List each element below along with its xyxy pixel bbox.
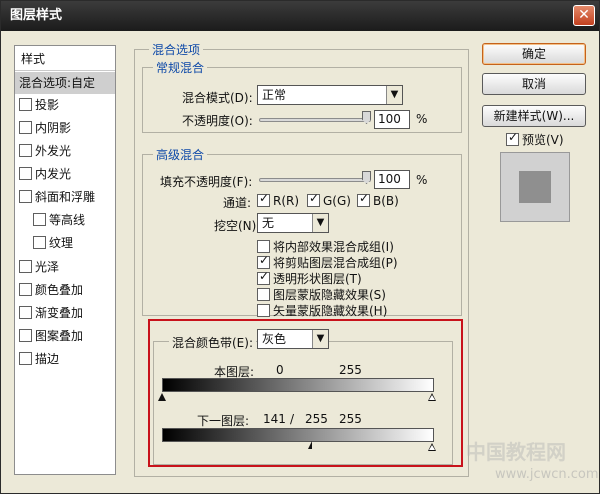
new-style-button[interactable]: 新建样式(W)... <box>482 105 586 127</box>
sidebar-item-outer-glow[interactable]: 外发光 <box>15 140 115 162</box>
texture-checkbox[interactable] <box>33 236 46 249</box>
style-preview-thumbnail <box>500 152 570 222</box>
sidebar-item-bevel-emboss[interactable]: 斜面和浮雕 <box>15 186 115 208</box>
vector-mask-hides-effects-checkbox[interactable] <box>257 304 270 317</box>
channel-g-checkbox[interactable] <box>307 191 320 207</box>
satin-checkbox[interactable] <box>19 260 32 273</box>
fill-opacity-slider[interactable] <box>259 178 371 182</box>
fill-opacity-unit: % <box>416 173 428 187</box>
sidebar-item-satin[interactable]: 光泽 <box>15 256 115 278</box>
blend-clipped-layers-option[interactable]: 将剪贴图层混合成组(P) <box>257 253 398 271</box>
ok-button[interactable]: 确定 <box>482 43 586 65</box>
transparency-shapes-checkbox[interactable] <box>257 269 270 285</box>
blend-interior-effects-checkbox[interactable] <box>257 240 270 253</box>
sidebar-item-blending-options[interactable]: 混合选项:自定 <box>15 72 115 94</box>
general-blending-legend: 常规混合 <box>153 59 208 76</box>
sidebar-item-drop-shadow[interactable]: 投影 <box>15 94 115 116</box>
knockout-select[interactable]: 无 ▼ <box>257 213 329 233</box>
gradient-overlay-checkbox[interactable] <box>19 306 32 319</box>
opacity-unit: % <box>416 112 428 126</box>
sidebar-item-stroke[interactable]: 描边 <box>15 348 115 370</box>
blend-mode-label: 混合模式(D): <box>182 91 253 105</box>
layer-mask-hides-effects-option[interactable]: 图层蒙版隐藏效果(S) <box>257 286 386 303</box>
watermark-logo-text: 中国教程网 <box>466 440 566 464</box>
inner-shadow-checkbox[interactable] <box>19 121 32 134</box>
channel-r-checkbox[interactable] <box>257 191 270 207</box>
stroke-checkbox[interactable] <box>19 352 32 365</box>
chevron-down-icon: ▼ <box>386 86 402 104</box>
channel-b-checkbox[interactable] <box>357 191 370 207</box>
close-icon[interactable]: ✕ <box>573 5 595 26</box>
bevel-emboss-checkbox[interactable] <box>19 190 32 203</box>
color-overlay-checkbox[interactable] <box>19 283 32 296</box>
pattern-overlay-checkbox[interactable] <box>19 329 32 342</box>
opacity-field[interactable]: 100 <box>374 110 410 129</box>
chevron-down-icon: ▼ <box>312 214 328 232</box>
watermark-url: www.jcwcn.com <box>495 467 599 482</box>
fill-opacity-field[interactable]: 100 <box>374 170 410 189</box>
styles-sidebar: 样式 混合选项:自定 投影 内阴影 外发光 内发光 斜面和浮雕 等高线 纹理 光… <box>14 45 116 475</box>
fill-opacity-label: 填充不透明度(F): <box>160 175 253 189</box>
opacity-label: 不透明度(O): <box>182 114 253 128</box>
title-bar: 图层样式 <box>1 1 599 31</box>
channel-b-option[interactable]: B(B) <box>357 191 399 208</box>
channel-r-option[interactable]: R(R) <box>257 191 299 208</box>
knockout-label: 挖空(N): <box>214 219 261 233</box>
contour-checkbox[interactable] <box>33 213 46 226</box>
sidebar-header: 样式 <box>21 52 46 66</box>
sidebar-item-pattern-overlay[interactable]: 图案叠加 <box>15 325 115 347</box>
layer-style-dialog: 图层样式 ✕ 样式 混合选项:自定 投影 内阴影 外发光 内发光 斜面和浮雕 等… <box>0 0 600 494</box>
highlight-box <box>148 319 463 467</box>
preview-option[interactable]: 预览(V) <box>506 130 564 148</box>
sidebar-item-inner-glow[interactable]: 内发光 <box>15 163 115 185</box>
window-title: 图层样式 <box>10 8 63 23</box>
channel-g-option[interactable]: G(G) <box>307 191 351 208</box>
channels-label: 通道: <box>223 196 252 210</box>
blend-clipped-layers-checkbox[interactable] <box>257 253 270 269</box>
layer-mask-hides-effects-checkbox[interactable] <box>257 288 270 301</box>
cancel-button[interactable]: 取消 <box>482 73 586 95</box>
sidebar-item-inner-shadow[interactable]: 内阴影 <box>15 117 115 139</box>
blend-mode-select[interactable]: 正常 ▼ <box>257 85 403 105</box>
inner-glow-checkbox[interactable] <box>19 167 32 180</box>
preview-swatch <box>519 171 551 203</box>
sidebar-item-texture[interactable]: 纹理 <box>15 232 115 254</box>
blending-options-legend: 混合选项 <box>149 41 204 58</box>
sidebar-item-contour[interactable]: 等高线 <box>15 209 115 231</box>
advanced-blending-legend: 高级混合 <box>153 146 208 163</box>
blend-interior-effects-option[interactable]: 将内部效果混合成组(I) <box>257 238 394 255</box>
vector-mask-hides-effects-option[interactable]: 矢量蒙版隐藏效果(H) <box>257 302 387 319</box>
drop-shadow-checkbox[interactable] <box>19 98 32 111</box>
sidebar-item-color-overlay[interactable]: 颜色叠加 <box>15 279 115 301</box>
opacity-slider[interactable] <box>259 118 371 122</box>
preview-checkbox[interactable] <box>506 130 519 146</box>
sidebar-item-gradient-overlay[interactable]: 渐变叠加 <box>15 302 115 324</box>
transparency-shapes-option[interactable]: 透明形状图层(T) <box>257 269 362 287</box>
outer-glow-checkbox[interactable] <box>19 144 32 157</box>
